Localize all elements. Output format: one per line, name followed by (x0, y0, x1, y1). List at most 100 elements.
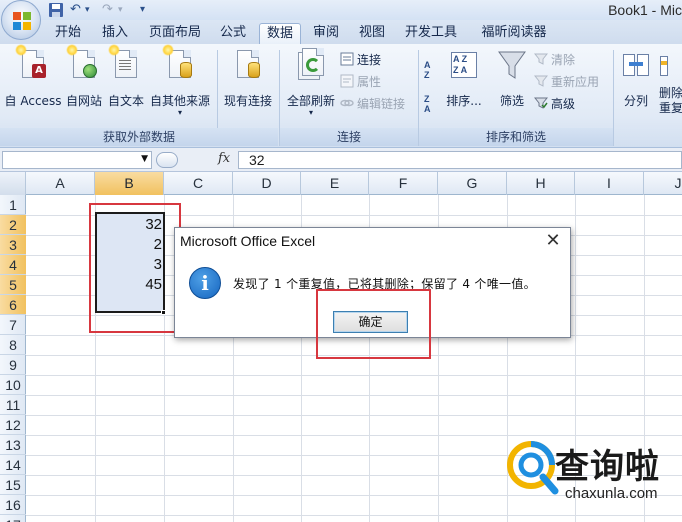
ribbon: A 自 Access 自网站 自文本 自其他来源 ▾ 现有连接 获取外部数据 全… (0, 44, 682, 148)
text-to-columns-icon (621, 48, 651, 82)
sort-az-top: A (424, 60, 431, 70)
reapply-button[interactable]: 重新应用 (534, 72, 599, 92)
fx-icon[interactable]: fx (218, 151, 230, 166)
row-header[interactable]: 3 (0, 235, 26, 255)
watermark-url: chaxunla.com (565, 485, 658, 502)
column-header-e[interactable]: E (301, 172, 369, 195)
column-header-d[interactable]: D (233, 172, 301, 195)
column-headers: A B C D E F G H I J (0, 172, 682, 195)
row-header[interactable]: 17 (0, 515, 26, 522)
from-web-button[interactable]: 自网站 (63, 44, 105, 109)
row-header[interactable]: 14 (0, 455, 26, 475)
sort-za-button[interactable]: Z A (424, 94, 440, 118)
column-header-a[interactable]: A (26, 172, 95, 195)
row-header[interactable]: 1 (0, 195, 26, 215)
name-box[interactable]: ▼ (2, 151, 152, 169)
edit-links-label: 编辑链接 (357, 97, 406, 111)
connections-button[interactable]: 连接 (340, 50, 381, 70)
column-header-c[interactable]: C (164, 172, 233, 195)
advanced-filter-button[interactable]: 高级 (534, 94, 575, 114)
group-label-sort-filter: 排序和筛选 (419, 128, 613, 146)
tab-insert[interactable]: 插入 (95, 23, 135, 44)
remove-duplicates-label: 删除 重复 (658, 86, 682, 115)
from-text-button[interactable]: 自文本 (105, 44, 147, 109)
tab-view[interactable]: 视图 (352, 23, 392, 44)
tab-review[interactable]: 审阅 (306, 23, 346, 44)
chevron-down-icon: ▾ (177, 108, 182, 117)
link-icon (340, 99, 354, 107)
column-header-f[interactable]: F (369, 172, 438, 195)
row-header[interactable]: 15 (0, 475, 26, 495)
ribbon-tabs: 开始 插入 页面布局 公式 数据 审阅 视图 开发工具 福昕阅读器 (0, 20, 682, 44)
select-all-corner[interactable] (0, 172, 26, 195)
column-header-b[interactable]: B (95, 172, 164, 195)
row-header[interactable]: 12 (0, 415, 26, 435)
undo-icon[interactable]: ↶ (70, 2, 81, 18)
filter-icon (497, 48, 527, 82)
row-header[interactable]: 5 (0, 275, 26, 295)
formula-input[interactable]: 32 (238, 151, 682, 169)
from-web-label: 自网站 (65, 94, 102, 108)
clear-filter-button[interactable]: 清除 (534, 50, 575, 70)
column-header-g[interactable]: G (438, 172, 507, 195)
tab-foxit-reader[interactable]: 福昕阅读器 (472, 23, 556, 44)
row-header[interactable]: 11 (0, 395, 26, 415)
save-icon[interactable] (48, 2, 64, 18)
filter-label: 筛选 (499, 94, 524, 108)
redo-icon[interactable]: ↷ (102, 2, 113, 18)
sort-button[interactable]: A ZZ A 排序... (444, 48, 484, 109)
existing-connections-button[interactable]: 现有连接 (221, 48, 275, 109)
row-header[interactable]: 8 (0, 335, 26, 355)
column-header-i[interactable]: I (575, 172, 644, 195)
window-title: Book1 - Mic (608, 2, 682, 18)
tab-formulas[interactable]: 公式 (213, 23, 253, 44)
office-logo-icon (13, 12, 31, 30)
tab-page-layout[interactable]: 页面布局 (142, 23, 208, 44)
dialog-titlebar[interactable]: Microsoft Office Excel ✕ (175, 228, 570, 254)
row-header[interactable]: 2 (0, 215, 26, 235)
reapply-icon (534, 75, 548, 87)
sort-za-top: Z (424, 94, 430, 104)
group-separator (613, 50, 614, 146)
close-icon[interactable]: ✕ (542, 230, 564, 252)
tab-developer[interactable]: 开发工具 (398, 23, 464, 44)
chevron-down-icon[interactable]: ▼ (141, 154, 148, 164)
remove-duplicates-button[interactable]: 删除 重复 (656, 48, 682, 116)
tab-home[interactable]: 开始 (48, 23, 88, 44)
filter-button[interactable]: 筛选 (494, 48, 530, 109)
clear-filter-label: 清除 (551, 53, 576, 67)
from-access-button[interactable]: A 自 Access (2, 44, 64, 109)
watermark-text: 查询啦 (555, 447, 660, 487)
connections-icon (340, 52, 354, 66)
redo-dropdown-icon[interactable]: ▾ (118, 2, 123, 18)
row-header[interactable]: 7 (0, 315, 26, 335)
gridline (26, 435, 682, 436)
row-header[interactable]: 13 (0, 435, 26, 455)
refresh-all-button[interactable]: 全部刷新 ▾ (282, 48, 340, 117)
column-header-h[interactable]: H (507, 172, 575, 195)
column-header-j[interactable]: J (644, 172, 682, 195)
row-header[interactable]: 9 (0, 355, 26, 375)
undo-dropdown-icon[interactable]: ▾ (85, 2, 90, 18)
other-sources-icon (162, 44, 195, 82)
edit-links-button[interactable]: 编辑链接 (340, 94, 405, 114)
sort-az-button[interactable]: A Z (424, 60, 440, 84)
from-text-label: 自文本 (107, 94, 144, 108)
office-button[interactable] (1, 0, 41, 40)
from-other-sources-button[interactable]: 自其他来源 ▾ (147, 44, 213, 117)
text-to-columns-button[interactable]: 分列 (616, 48, 656, 109)
properties-button[interactable]: 属性 (340, 72, 381, 92)
row-header[interactable]: 10 (0, 375, 26, 395)
row-header[interactable]: 4 (0, 255, 26, 275)
chevron-down-icon: ▾ (308, 108, 313, 117)
highlight-box-ok (316, 289, 431, 359)
customize-qat-icon[interactable]: ▾ (140, 2, 145, 18)
advanced-filter-label: 高级 (551, 97, 576, 111)
row-header[interactable]: 16 (0, 495, 26, 515)
highlight-box-data (89, 203, 181, 333)
sort-dialog-icon: A ZZ A (449, 48, 479, 82)
row-header[interactable]: 6 (0, 295, 26, 315)
tab-data[interactable]: 数据 (259, 23, 301, 44)
connections-label: 连接 (357, 53, 382, 67)
formula-bar-toggle[interactable] (156, 152, 178, 168)
